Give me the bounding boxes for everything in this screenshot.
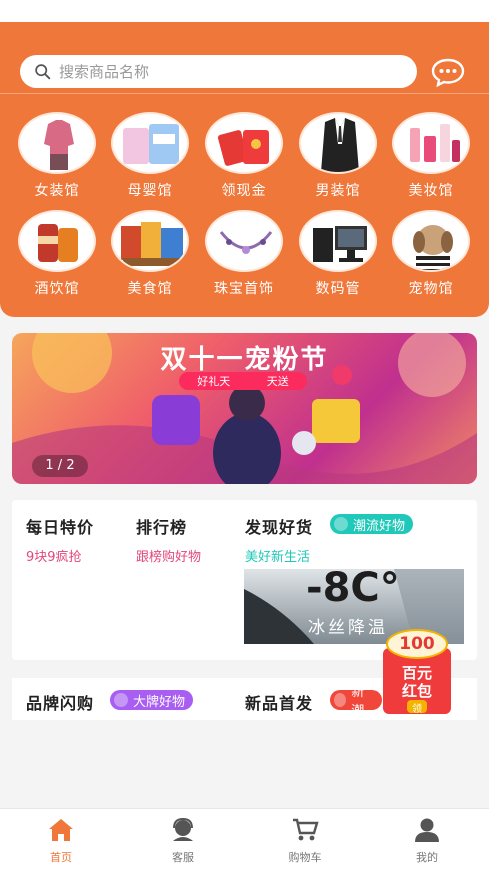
tab-label: 我的 — [416, 851, 438, 864]
tab-cart[interactable]: 购物车 — [265, 817, 345, 865]
category-womens[interactable]: 女装馆 — [12, 112, 102, 200]
category-label: 宠物馆 — [408, 281, 454, 297]
category-beauty[interactable]: 美妆馆 — [386, 112, 476, 200]
grid-icon — [334, 517, 348, 531]
search-input[interactable]: 搜索商品名称 — [20, 55, 417, 88]
red-packet-action: 领 — [412, 704, 422, 715]
cosmetics-icon — [392, 112, 470, 174]
category-mens[interactable]: 男装馆 — [293, 112, 383, 200]
message-icon[interactable] — [431, 57, 465, 87]
category-cash[interactable]: 领现金 — [199, 112, 289, 200]
flame-icon — [334, 693, 347, 707]
status-bar-area — [0, 0, 489, 22]
customer-service-icon — [173, 817, 193, 841]
promo-temp: -8C° — [306, 569, 400, 611]
header-divider — [0, 93, 489, 94]
category-label: 美妆馆 — [408, 183, 454, 199]
banner-sub-left: 好礼天 — [197, 375, 231, 388]
diamond-icon — [114, 693, 128, 707]
suit-icon — [299, 112, 377, 174]
brand-pill-label: 大牌好物 — [133, 694, 186, 710]
clothing-icon — [18, 112, 96, 174]
tab-label: 首页 — [50, 851, 72, 864]
category-jewelry[interactable]: 珠宝首饰 — [199, 210, 289, 298]
computer-icon — [299, 210, 377, 272]
home-page: 搜索商品名称 女装馆 母婴馆 领现金 男装馆 美妆馆 酒饮馆 美食馆 珠宝首饰 … — [0, 0, 489, 875]
red-packet-amount: 100 — [399, 634, 435, 654]
jewelry-icon — [205, 210, 283, 272]
category-food[interactable]: 美食馆 — [105, 210, 195, 298]
banner-sub-right: 天送 — [266, 375, 289, 388]
tab-label: 客服 — [172, 851, 194, 864]
banner-pager: 1 / 2 — [32, 455, 88, 477]
tab-service[interactable]: 客服 — [143, 817, 223, 865]
trend-pill-label: 潮流好物 — [353, 518, 406, 534]
banner-subtitle: 好礼天 天送 — [179, 372, 307, 390]
search-placeholder: 搜索商品名称 — [59, 63, 150, 81]
category-digital[interactable]: 数码管 — [293, 210, 383, 298]
new-release-title[interactable]: 新品首发 — [245, 690, 313, 714]
ranking-sub[interactable]: 跟榜购好物 — [136, 546, 201, 565]
brand-pill[interactable]: 大牌好物 — [110, 690, 194, 710]
discover-title[interactable]: 发现好货 — [245, 514, 313, 538]
pet-icon — [392, 210, 470, 272]
tab-label: 购物车 — [288, 851, 322, 864]
red-packet-line2: 红包 — [401, 682, 432, 700]
banner-title: 双十一宠粉节 — [160, 345, 329, 375]
new-pill[interactable]: 新潮 — [330, 685, 382, 719]
category-baby[interactable]: 母婴馆 — [105, 112, 195, 200]
cart-icon — [293, 818, 319, 841]
header-panel: 搜索商品名称 女装馆 母婴馆 领现金 男装馆 美妆馆 酒饮馆 美食馆 珠宝首饰 … — [0, 22, 489, 317]
new-pill-label: 新潮 — [351, 685, 365, 719]
category-label: 美食馆 — [127, 281, 173, 297]
tab-bar: 首页 客服 购物车 我的 — [0, 808, 489, 875]
brand-flash-title[interactable]: 品牌闪购 — [26, 690, 94, 714]
cash-icon — [205, 112, 283, 174]
home-icon — [49, 819, 73, 841]
tab-profile[interactable]: 我的 — [387, 817, 467, 865]
red-packet-float[interactable]: 100 百元 红包 领 — [381, 628, 453, 715]
category-label: 领现金 — [221, 183, 267, 199]
drinks-icon — [18, 210, 96, 272]
discover-sub[interactable]: 美好新生活 — [245, 546, 310, 565]
trend-pill[interactable]: 潮流好物 — [330, 514, 414, 534]
promo-text: 冰丝降温 — [308, 618, 388, 638]
ranking-title[interactable]: 排行榜 — [136, 514, 187, 538]
category-label: 珠宝首饰 — [214, 281, 274, 297]
tab-home[interactable]: 首页 — [21, 817, 101, 865]
category-label: 母婴馆 — [127, 183, 173, 199]
category-label: 女装馆 — [34, 183, 80, 199]
category-label: 男装馆 — [315, 183, 361, 199]
profile-icon — [415, 818, 439, 842]
baby-icon — [111, 112, 189, 174]
category-label: 酒饮馆 — [34, 281, 80, 297]
category-drinks[interactable]: 酒饮馆 — [12, 210, 102, 298]
category-label: 数码管 — [315, 281, 361, 297]
category-pets[interactable]: 宠物馆 — [386, 210, 476, 298]
daily-deals-title[interactable]: 每日特价 — [26, 514, 94, 538]
daily-deals-sub[interactable]: 9块9疯抢 — [26, 546, 82, 565]
food-icon — [111, 210, 189, 272]
search-icon — [35, 64, 51, 80]
